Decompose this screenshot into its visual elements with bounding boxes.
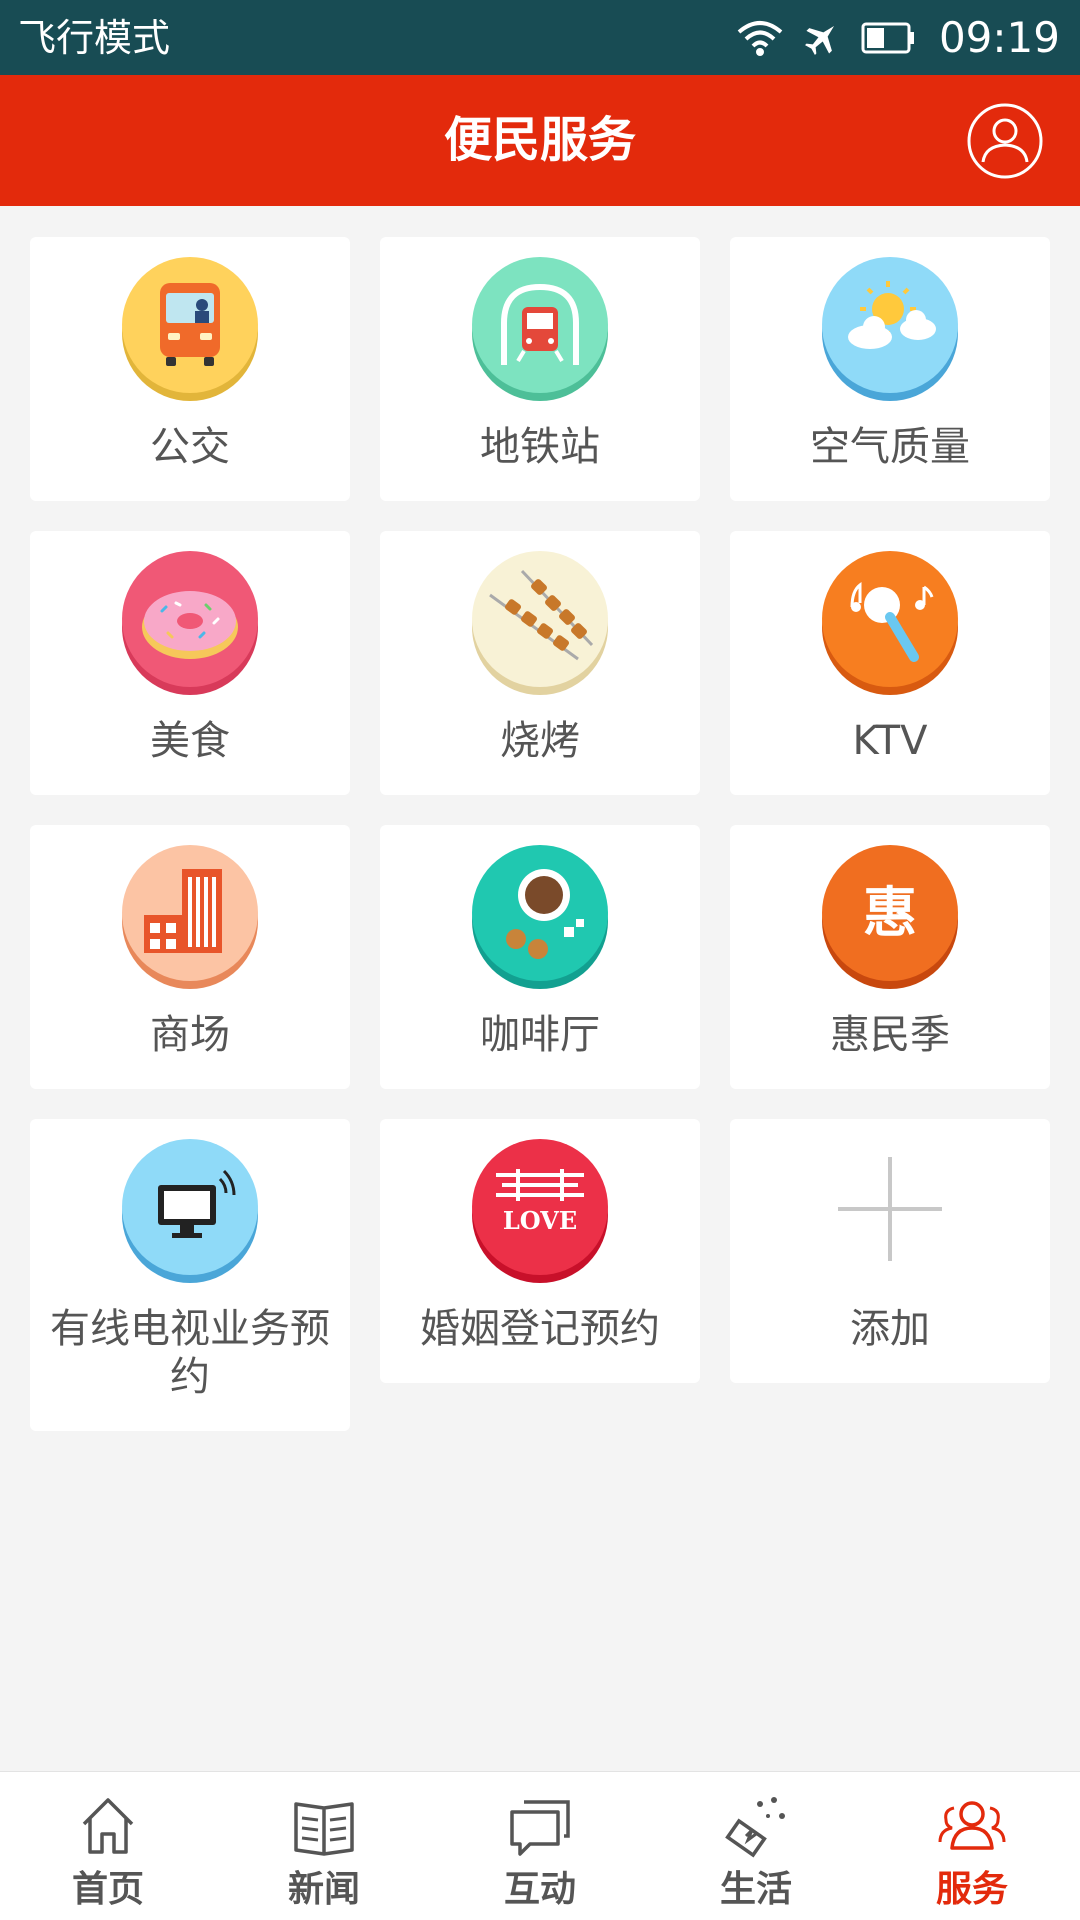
service-label: 公交 bbox=[150, 424, 230, 470]
life-icon bbox=[725, 1797, 785, 1858]
mall-building-icon bbox=[122, 845, 258, 989]
service-label: 烧烤 bbox=[500, 718, 580, 764]
status-bar: 飞行模式 09:19 bbox=[0, 0, 1080, 75]
service-tile-hui[interactable]: 惠 惠民季 bbox=[730, 825, 1050, 1089]
wedding-love-icon: LOVE bbox=[472, 1139, 608, 1283]
service-grid: 公交 地铁站 空气质量 美食 烧烤 KTV 商场 咖啡厅 惠 惠民季 有线电视业… bbox=[30, 237, 1050, 1431]
airplane-icon bbox=[804, 25, 834, 55]
plus-icon bbox=[838, 1157, 942, 1261]
nav-label: 互动 bbox=[503, 1869, 576, 1910]
service-tile-cafe[interactable]: 咖啡厅 bbox=[380, 825, 700, 1089]
home-icon bbox=[82, 1798, 134, 1854]
battery-icon bbox=[861, 22, 914, 54]
hui-icon: 惠 bbox=[822, 845, 958, 989]
airplane-mode-text: 飞行模式 bbox=[18, 16, 171, 60]
microphone-icon bbox=[822, 551, 958, 695]
status-icons: 09:19 bbox=[737, 12, 1060, 64]
tv-icon bbox=[122, 1139, 258, 1283]
nav-label: 服务 bbox=[935, 1869, 1008, 1910]
coffee-icon bbox=[472, 845, 608, 989]
donut-icon bbox=[122, 551, 258, 695]
service-label: 美食 bbox=[150, 718, 230, 764]
service-tile-add[interactable]: 添加 bbox=[730, 1119, 1050, 1383]
service-label: 婚姻登记预约 bbox=[420, 1306, 660, 1352]
service-tile-subway[interactable]: 地铁站 bbox=[380, 237, 700, 501]
service-label: 商场 bbox=[150, 1012, 230, 1058]
subway-icon bbox=[472, 257, 608, 401]
weather-icon bbox=[822, 257, 958, 401]
service-people-icon bbox=[938, 1801, 1006, 1850]
service-label: 咖啡厅 bbox=[480, 1012, 600, 1058]
service-tile-air-quality[interactable]: 空气质量 bbox=[730, 237, 1050, 501]
user-profile-button[interactable] bbox=[966, 102, 1044, 180]
news-icon bbox=[294, 1802, 354, 1856]
service-tile-cable-tv[interactable]: 有线电视业务预约 bbox=[30, 1119, 350, 1431]
service-tile-mall[interactable]: 商场 bbox=[30, 825, 350, 1089]
nav-item-life[interactable]: 生活 bbox=[648, 1772, 864, 1920]
service-label: 地铁站 bbox=[480, 424, 600, 470]
nav-item-service[interactable]: 服务 bbox=[864, 1772, 1080, 1920]
service-tile-barbecue[interactable]: 烧烤 bbox=[380, 531, 700, 795]
bus-icon bbox=[122, 257, 258, 401]
service-tile-marriage[interactable]: LOVE 婚姻登记预约 bbox=[380, 1119, 700, 1383]
nav-label: 生活 bbox=[719, 1869, 792, 1910]
love-text: LOVE bbox=[503, 1206, 577, 1235]
service-label: KTV bbox=[852, 718, 928, 764]
barbecue-icon bbox=[472, 551, 608, 695]
nav-item-interact[interactable]: 互动 bbox=[432, 1772, 648, 1920]
app-header: 便民服务 bbox=[0, 75, 1080, 206]
bottom-nav: 首页 新闻 互动 生活 服务 bbox=[0, 1771, 1080, 1920]
service-tile-ktv[interactable]: KTV bbox=[730, 531, 1050, 795]
chat-icon bbox=[510, 1800, 570, 1856]
status-time: 09:19 bbox=[938, 13, 1060, 62]
service-label: 惠民季 bbox=[830, 1012, 950, 1058]
nav-item-news[interactable]: 新闻 bbox=[216, 1772, 432, 1920]
wifi-icon bbox=[737, 21, 783, 56]
service-label: 空气质量 bbox=[810, 424, 970, 470]
hui-glyph: 惠 bbox=[863, 880, 917, 944]
service-label: 有线电视业务预约 bbox=[50, 1306, 330, 1400]
nav-label: 首页 bbox=[71, 1869, 144, 1910]
service-tile-food[interactable]: 美食 bbox=[30, 531, 350, 795]
nav-item-home[interactable]: 首页 bbox=[0, 1772, 216, 1920]
service-label: 添加 bbox=[850, 1306, 930, 1352]
service-tile-bus[interactable]: 公交 bbox=[30, 237, 350, 501]
page-title: 便民服务 bbox=[443, 112, 636, 168]
nav-label: 新闻 bbox=[287, 1869, 360, 1910]
